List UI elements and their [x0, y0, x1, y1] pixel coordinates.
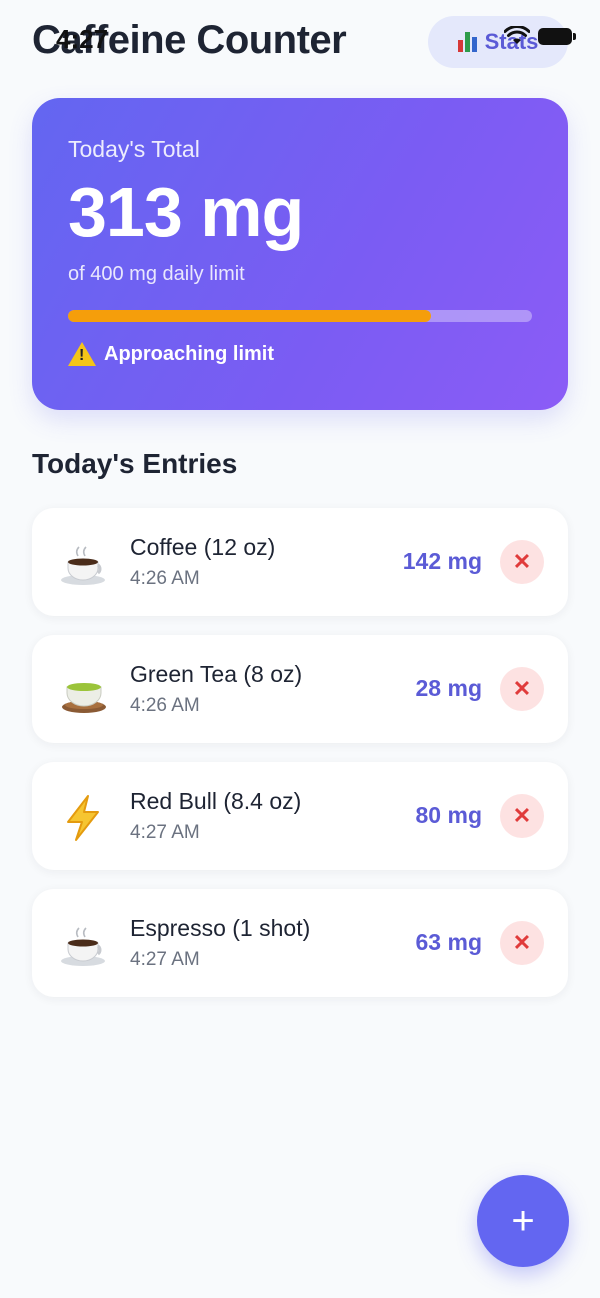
close-icon: ✕: [512, 803, 532, 828]
delete-entry-button[interactable]: ✕: [500, 921, 544, 965]
entries-list: Coffee (12 oz) 4:26 AM 142 mg ✕ Green Te…: [32, 508, 568, 1016]
close-icon: ✕: [512, 676, 532, 701]
bar-chart-icon: [457, 32, 477, 52]
page-title: Caffeine Counter: [32, 18, 347, 62]
entry-time: 4:27 AM: [130, 822, 200, 843]
entry-amount: 63 mg: [415, 929, 482, 955]
entry-time: 4:26 AM: [130, 695, 200, 716]
entries-section-title: Today's Entries: [32, 448, 238, 479]
limit-warning-text: Approaching limit: [104, 342, 274, 365]
entry-name: Coffee (12 oz): [130, 534, 276, 560]
plus-icon: +: [511, 1198, 535, 1243]
entry-item: Espresso (1 shot) 4:27 AM 63 mg ✕: [32, 889, 568, 997]
entry-name: Green Tea (8 oz): [130, 661, 303, 687]
limit-warning: Approaching limit: [68, 342, 532, 366]
close-icon: ✕: [512, 930, 532, 955]
coffee-cup-icon: [58, 538, 110, 590]
summary-total: 313 mg: [68, 173, 304, 251]
summary-label: Today's Total: [68, 136, 200, 162]
tea-cup-icon: [58, 665, 110, 717]
entry-item: Coffee (12 oz) 4:26 AM 142 mg ✕: [32, 508, 568, 616]
stats-button[interactable]: Stats: [428, 16, 568, 68]
stats-button-label: Stats: [484, 29, 539, 54]
entry-amount: 28 mg: [415, 675, 482, 701]
summary-limit-text: of 400 mg daily limit: [68, 263, 245, 285]
delete-entry-button[interactable]: ✕: [500, 540, 544, 584]
lightning-icon: [58, 792, 110, 844]
entry-name: Espresso (1 shot): [130, 915, 311, 941]
header: Caffeine Counter Stats: [32, 16, 568, 68]
daily-summary-card: Today's Total 313 mg of 400 mg daily lim…: [32, 98, 568, 410]
entry-amount: 80 mg: [415, 802, 482, 828]
entry-item: Green Tea (8 oz) 4:26 AM 28 mg ✕: [32, 635, 568, 743]
entry-amount: 142 mg: [402, 548, 482, 574]
close-icon: ✕: [512, 549, 532, 574]
entry-time: 4:27 AM: [130, 949, 200, 970]
delete-entry-button[interactable]: ✕: [500, 794, 544, 838]
daily-progress-fill: [68, 310, 432, 322]
daily-progress-bar: [68, 310, 532, 322]
delete-entry-button[interactable]: ✕: [500, 667, 544, 711]
entry-name: Red Bull (8.4 oz): [130, 788, 302, 814]
warning-icon: [68, 342, 96, 366]
entry-time: 4:26 AM: [130, 568, 200, 589]
add-entry-button[interactable]: +: [477, 1175, 569, 1267]
coffee-cup-icon: [58, 919, 110, 971]
entry-item: Red Bull (8.4 oz) 4:27 AM 80 mg ✕: [32, 762, 568, 870]
